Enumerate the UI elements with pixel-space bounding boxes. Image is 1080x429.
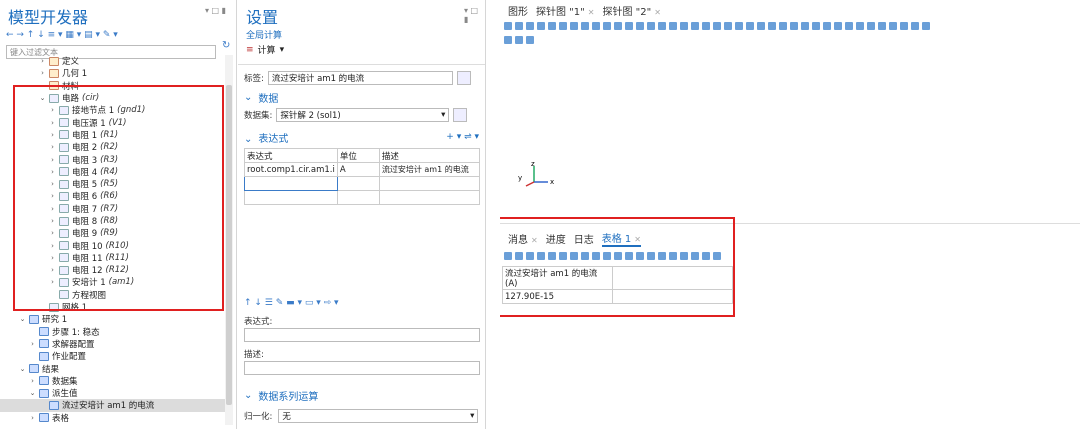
tab-graphics[interactable]: 图形 (508, 3, 528, 18)
expand-icon[interactable]: ⌄ (18, 315, 27, 323)
node-icon (39, 413, 49, 423)
window-controls[interactable]: ▾ □ ▮ (205, 6, 226, 15)
settings-panel: 设置 全局计算 ≡ 计算 ▾ 标签: 流过安培计 am1 的电流 ⌄ 数据 数据集:… (238, 0, 486, 429)
tree-item-label: 结果 (42, 364, 60, 375)
node-icon (49, 68, 59, 78)
tree-item-label: 表格 (52, 413, 70, 424)
desc-cell[interactable]: 流过安培计 am1 的电流 (378, 162, 481, 177)
tree-scrollbar[interactable] (225, 55, 233, 425)
tree-item[interactable]: 作业配置 (0, 350, 225, 362)
expression-section: ⌄ 表达式 + ▾ ⇌ ▾ (244, 132, 479, 145)
tree-item[interactable]: › 定义 (0, 55, 225, 67)
dataset-key: 数据集: (244, 111, 273, 121)
tab-probe-2[interactable]: 探针图 "2" ✕ (602, 3, 660, 18)
model-builder-title: 模型开发器 (8, 8, 89, 27)
expand-icon[interactable]: › (28, 377, 37, 385)
label-reset-icon[interactable] (456, 71, 471, 85)
tree-item[interactable]: › 求解器配置 (0, 338, 225, 350)
highlight-circuit (13, 85, 224, 311)
node-icon (49, 56, 59, 66)
expand-icon[interactable]: › (38, 57, 47, 65)
label-key: 标签: (244, 74, 264, 84)
highlight-table (500, 217, 735, 317)
expr-cell[interactable]: root.comp1.cir.am1.i (244, 162, 338, 177)
settings-subtitle: 全局计算 (246, 31, 283, 41)
graphics-toolbar[interactable] (500, 20, 1080, 32)
compute-icon: ≡ (246, 44, 254, 55)
data-section: ⌄ 数据 (244, 91, 279, 105)
refresh-icon[interactable]: ↻ (222, 40, 230, 51)
node-icon (39, 376, 49, 386)
tree-item[interactable]: 流过安培计 am1 的电流 (0, 399, 225, 412)
tree-item-label: 求解器配置 (52, 339, 95, 350)
compute-button[interactable]: 计算 (258, 43, 276, 56)
node-icon (49, 400, 59, 410)
model-builder-panel: 模型开发器 ▾ □ ▮ ← → ↑ ↓ ≡ ▾ ▦ ▾ ▤ ▾ ✎ ▾ 键入过滤… (0, 0, 237, 429)
tree-item-label: 数据集 (52, 376, 78, 387)
tree-item[interactable]: 步骤 1: 稳态 (0, 326, 225, 338)
tree-item-label: 几何 1 (62, 69, 88, 80)
tree-item[interactable]: › 数据集 (0, 375, 225, 387)
axis-triad-icon: z x y (518, 160, 554, 187)
expand-icon[interactable]: ⌄ (28, 389, 37, 397)
expr-key: 表达式: (244, 317, 273, 327)
normalize-select[interactable]: 无 ▾ (278, 409, 479, 423)
tree-item[interactable]: ⌄ 结果 (0, 362, 225, 375)
node-icon (39, 327, 49, 337)
node-icon (29, 364, 39, 374)
graphics-panel: 图形 探针图 "1" ✕ 探针图 "2" ✕ zxy 消息 ✕ 进度 日志 表格 1 ✕… (500, 0, 1080, 429)
tree-item-label: 步骤 1: 稳态 (52, 327, 100, 338)
tree-item[interactable]: ⌄ 派生值 (0, 387, 225, 399)
node-icon (39, 388, 49, 398)
tree-item-label: 作业配置 (52, 352, 87, 363)
graphics-tabs: 图形 探针图 "1" ✕ 探针图 "2" ✕ (500, 0, 1080, 20)
tree-item[interactable]: ⌄ 研究 1 (0, 313, 225, 325)
expand-icon[interactable]: › (38, 69, 47, 77)
node-icon (39, 339, 49, 349)
node-icon (39, 351, 49, 361)
tree-item-label: 研究 1 (42, 315, 68, 326)
svg-text:y: y (518, 174, 522, 182)
svg-text:x: x (550, 178, 554, 186)
tree-item[interactable]: › 几何 1 (0, 67, 225, 79)
description-field[interactable] (244, 361, 480, 375)
series-section: ⌄ 数据系列运算 (244, 389, 319, 403)
tree-item-label: 派生值 (52, 389, 78, 400)
tree-item-label: 流过安培计 am1 的电流 (62, 401, 155, 412)
svg-text:z: z (531, 160, 535, 168)
label-field[interactable]: 流过安培计 am1 的电流 (267, 71, 453, 85)
dataset-goto-icon[interactable] (453, 108, 468, 122)
dataset-select[interactable]: 探针解 2 (sol1) ▾ (276, 108, 450, 122)
graphics-toolbar-2[interactable] (500, 34, 1080, 46)
tab-probe-1[interactable]: 探针图 "1" ✕ (536, 3, 594, 18)
node-icon (29, 314, 39, 324)
expand-icon[interactable]: › (28, 340, 37, 348)
expression-table[interactable]: 表达式 单位 描述 root.comp1.cir.am1.i A 流过安培计 am1 的… (244, 148, 481, 275)
expression-toolbar[interactable]: + ▾ ⇌ ▾ (446, 132, 479, 142)
tree-item[interactable]: › 表格 (0, 412, 225, 424)
expand-icon[interactable]: ⌄ (18, 365, 27, 373)
expression-field[interactable] (244, 328, 480, 342)
settings-title: 设置 (246, 8, 279, 27)
expand-icon[interactable]: › (28, 414, 37, 422)
desc-key: 描述: (244, 350, 264, 360)
unit-cell[interactable]: A (336, 162, 380, 177)
table-toolbar[interactable]: ↑ ↓ ☰ ✎ ▬ ▾ ▭ ▾ ⇨ ▾ (244, 298, 339, 308)
tree-item-label: 定义 (62, 57, 80, 68)
tree-toolbar[interactable]: ← → ↑ ↓ ≡ ▾ ▦ ▾ ▤ ▾ ✎ ▾ (0, 28, 236, 42)
